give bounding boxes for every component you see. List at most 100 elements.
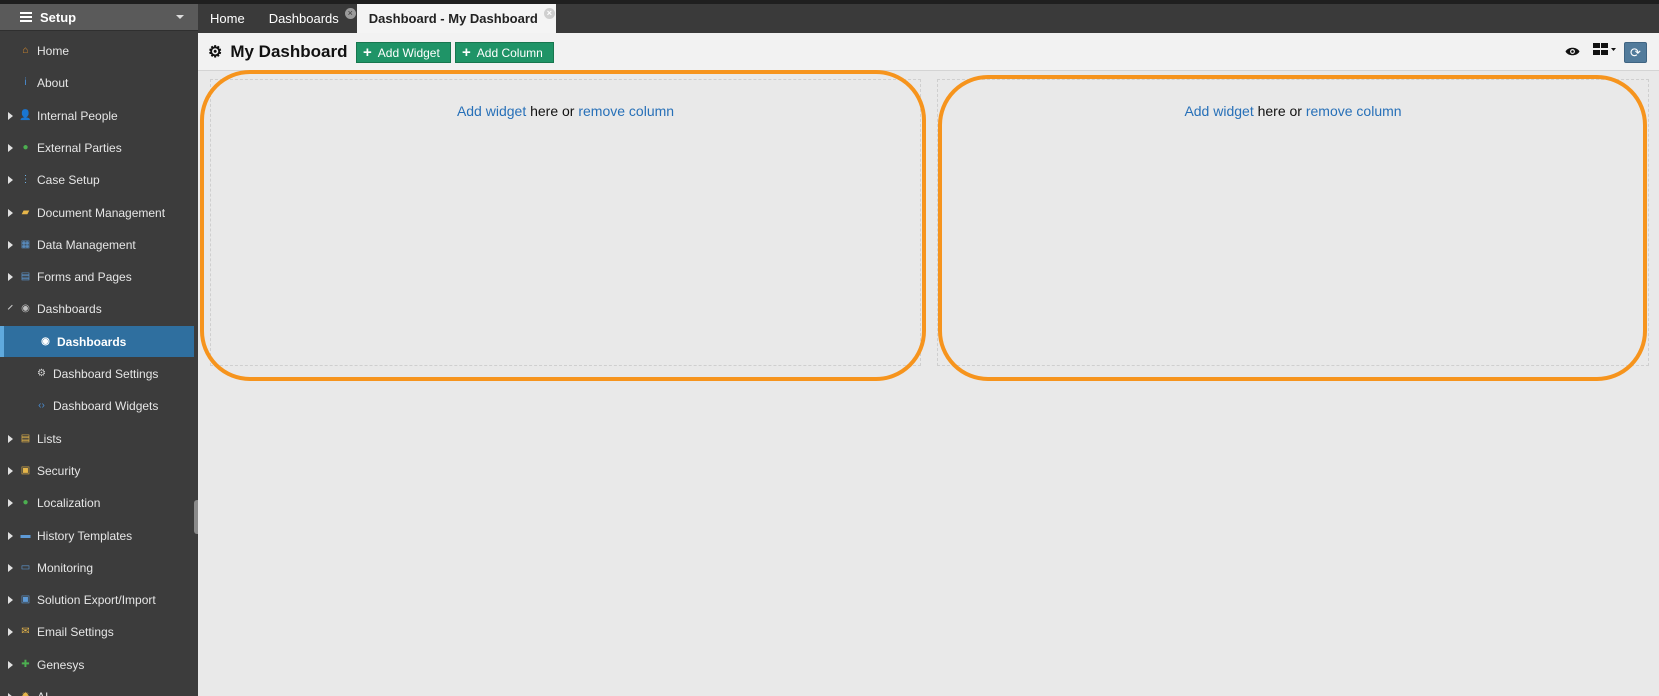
sidebar-item-label: Case Setup [37, 172, 100, 187]
sidebar-item-label: Email Settings [37, 624, 114, 639]
sidebar-item-home[interactable]: ⌂ Home [0, 35, 194, 66]
page-title: ⚙ My Dashboard [208, 42, 347, 62]
sidebar-header[interactable]: Setup [0, 4, 198, 31]
sidebar-item-internal-people[interactable]: 👤 Internal People [0, 100, 194, 131]
refresh-button[interactable]: ⟳ [1624, 42, 1647, 63]
code-icon: ‹› [38, 400, 45, 411]
sidebar-item-dashboards[interactable]: ◉ Dashboards [0, 326, 194, 357]
chevron-right-icon[interactable] [8, 531, 13, 540]
eye-icon[interactable] [1565, 44, 1580, 60]
sidebar-item-label: Internal People [37, 108, 118, 123]
sidebar-item-label: Solution Export/Import [37, 592, 156, 607]
tab-bar: Home Dashboards × Dashboard - My Dashboa… [198, 4, 1659, 33]
sidebar-item-monitoring[interactable]: ▭ Monitoring [0, 552, 194, 583]
chevron-right-icon[interactable] [8, 240, 13, 249]
email-icon: ✉ [21, 626, 30, 637]
sidebar-item-label: Monitoring [37, 560, 94, 575]
house-icon: ⌂ [22, 45, 29, 56]
sidebar-item-label: History Templates [37, 528, 133, 543]
sidebar-item-label: Localization [37, 495, 101, 510]
layout-grid-icon[interactable] [1593, 43, 1617, 59]
tab-dashboards[interactable]: Dashboards × [257, 4, 357, 33]
sidebar-item-ai[interactable]: ✹ AI [0, 681, 194, 696]
sidebar-item-label: Home [37, 43, 70, 58]
dashboard-toolbar: ⚙ My Dashboard + Add Widget + Add Column… [198, 33, 1659, 71]
sidebar-item-label: Security [37, 463, 81, 478]
list-icon: ▤ [20, 433, 31, 444]
monitor-icon: ▭ [20, 562, 31, 573]
template-icon: ▬ [20, 530, 31, 541]
tab-label: Home [210, 11, 245, 26]
chevron-right-icon[interactable] [8, 595, 13, 604]
sidebar-item-label: About [37, 75, 69, 90]
chevron-right-icon[interactable] [8, 692, 13, 696]
sidebar-title: Setup [40, 9, 77, 25]
chevron-right-icon[interactable] [8, 660, 13, 669]
highlight-annotation [200, 70, 926, 381]
sidebar-item-history-templates[interactable]: ▬ History Templates [0, 520, 194, 551]
add-widget-label: Add Widget [377, 45, 440, 60]
chevron-right-icon[interactable] [8, 143, 13, 152]
sidebar-item-dashboard-settings[interactable]: ⚙ Dashboard Settings [0, 358, 194, 389]
info-icon: i [24, 77, 27, 88]
tree-icon: ⋮ [20, 174, 31, 185]
chevron-down-icon[interactable] [176, 15, 184, 19]
sidebar-item-dashboards[interactable]: ◉ Dashboards [0, 293, 194, 324]
gear-icon: ⚙ [37, 368, 46, 379]
sidebar-item-dashboard-widgets[interactable]: ‹› Dashboard Widgets [0, 390, 194, 421]
highlight-annotation [938, 75, 1647, 381]
chevron-right-icon[interactable] [8, 466, 13, 475]
chevron-right-icon[interactable] [8, 498, 13, 507]
menu-icon[interactable] [20, 12, 32, 22]
sidebar-collapse-handle[interactable] [194, 500, 198, 534]
chevron-right-icon[interactable] [8, 563, 13, 572]
chevron-right-icon[interactable] [8, 272, 13, 281]
gear-icon[interactable]: ⚙ [208, 42, 222, 62]
plus-icon: + [462, 44, 471, 61]
sidebar: Setup ⌂ Home i About 👤 Internal People ● Extern… [0, 4, 198, 696]
globe-icon: ● [22, 142, 29, 153]
sidebar-item-solution-export-import[interactable]: ▣ Solution Export/Import [0, 584, 194, 615]
save-icon: ▣ [20, 594, 31, 605]
puzzle-icon: ✚ [21, 659, 30, 670]
sidebar-item-lists[interactable]: ▤ Lists [0, 423, 194, 454]
folder-icon: ▰ [21, 207, 30, 218]
refresh-icon: ⟳ [1630, 44, 1641, 60]
close-icon[interactable]: × [344, 8, 356, 19]
tab-label: Dashboard - My Dashboard [368, 11, 538, 26]
chevron-down-icon[interactable] [7, 304, 17, 313]
chevron-right-icon[interactable] [8, 434, 13, 443]
sidebar-item-security[interactable]: ▣ Security [0, 455, 194, 486]
chevron-right-icon[interactable] [8, 627, 13, 636]
tab-my-dashboard[interactable]: Dashboard - My Dashboard × [356, 4, 556, 33]
sidebar-item-localization[interactable]: ● Localization [0, 487, 194, 518]
sidebar-item-label: Lists [37, 431, 62, 446]
add-column-label: Add Column [476, 45, 543, 60]
sidebar-item-label: Forms and Pages [37, 269, 132, 284]
sidebar-item-forms-and-pages[interactable]: ▤ Forms and Pages [0, 261, 194, 292]
sidebar-item-label: External Parties [37, 140, 122, 155]
add-widget-button[interactable]: + Add Widget [356, 42, 451, 63]
sidebar-item-label: Dashboards [37, 301, 102, 316]
sidebar-item-about[interactable]: i About [0, 67, 194, 98]
sidebar-item-genesys[interactable]: ✚ Genesys [0, 649, 194, 680]
table-icon: ▦ [20, 239, 31, 250]
sun-icon: ✹ [18, 689, 33, 696]
chevron-right-icon[interactable] [8, 175, 13, 184]
form-icon: ▤ [20, 271, 31, 282]
sidebar-item-case-setup[interactable]: ⋮ Case Setup [0, 164, 194, 195]
sidebar-item-email-settings[interactable]: ✉ Email Settings [0, 616, 194, 647]
sidebar-item-label: Document Management [37, 205, 166, 220]
gauge-icon: ◉ [21, 303, 30, 314]
sidebar-item-data-management[interactable]: ▦ Data Management [0, 229, 194, 260]
close-icon[interactable]: × [543, 8, 555, 19]
chevron-right-icon[interactable] [8, 208, 13, 217]
sidebar-item-external-parties[interactable]: ● External Parties [0, 132, 194, 163]
add-column-button[interactable]: + Add Column [455, 42, 554, 63]
tab-home[interactable]: Home [198, 4, 257, 33]
sidebar-item-label: Dashboard Widgets [53, 398, 159, 413]
sidebar-item-document-management[interactable]: ▰ Document Management [0, 197, 194, 228]
gauge-icon: ◉ [41, 336, 50, 347]
page-title-text: My Dashboard [230, 42, 348, 61]
chevron-right-icon[interactable] [8, 111, 13, 120]
